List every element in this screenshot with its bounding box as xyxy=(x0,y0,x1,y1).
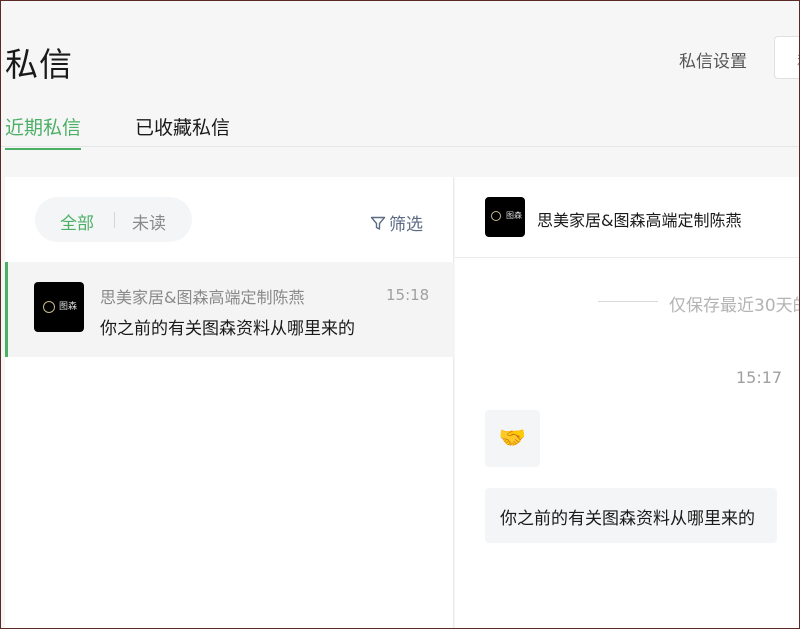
conversation-item[interactable]: 图森 思美家居&图森高端定制陈燕 15:18 你之前的有关图森资料从哪里来的 xyxy=(5,262,454,357)
tab-saved-messages[interactable]: 已收藏私信 xyxy=(135,113,230,148)
filter-separator xyxy=(114,212,115,228)
tab-recent-messages[interactable]: 近期私信 xyxy=(5,113,82,150)
conversation-name: 思美家居&图森高端定制陈燕 xyxy=(100,288,305,307)
filter-unread-option[interactable]: 未读 xyxy=(132,209,166,234)
conversation-list-panel: 全部 未读 筛选 图森 思美家居&图森高端定制陈燕 15:18 你之前的有关图森… xyxy=(5,177,454,629)
chat-header: 图森 思美家居&图森高端定制陈燕 xyxy=(455,177,800,258)
avatar: 图森 xyxy=(34,282,84,332)
message-timestamp: 15:17 xyxy=(736,368,783,387)
filter-icon xyxy=(370,216,386,230)
chat-panel: 图森 思美家居&图森高端定制陈燕 仅保存最近30天的 15:17 🤝 你之前的有… xyxy=(455,177,800,629)
page-title: 私信 xyxy=(5,45,73,84)
conversation-preview: 你之前的有关图森资料从哪里来的 xyxy=(100,319,355,339)
logo-mark-icon xyxy=(491,211,501,221)
top-action-button[interactable]: 私 xyxy=(774,36,800,79)
read-filter-toggle: 全部 未读 xyxy=(35,197,192,242)
filter-button[interactable]: 筛选 xyxy=(370,210,423,235)
tabs-divider xyxy=(0,146,800,147)
message-settings-link[interactable]: 私信设置 xyxy=(679,47,747,72)
message-bubble-emoji: 🤝 xyxy=(485,410,540,467)
avatar-logo-text: 图森 xyxy=(506,211,522,220)
logo-mark-icon xyxy=(43,301,55,313)
filter-button-label: 筛选 xyxy=(389,215,423,235)
chat-title[interactable]: 思美家居&图森高端定制陈燕 xyxy=(537,207,741,231)
notice-divider xyxy=(598,301,658,302)
chat-avatar[interactable]: 图森 xyxy=(485,197,525,237)
message-bubble-text: 你之前的有关图森资料从哪里来的 xyxy=(485,488,777,543)
conversation-time: 15:18 xyxy=(386,286,430,304)
avatar-logo-text: 图森 xyxy=(59,302,78,312)
filter-all-option[interactable]: 全部 xyxy=(60,209,94,234)
retention-notice: 仅保存最近30天的 xyxy=(669,296,800,316)
